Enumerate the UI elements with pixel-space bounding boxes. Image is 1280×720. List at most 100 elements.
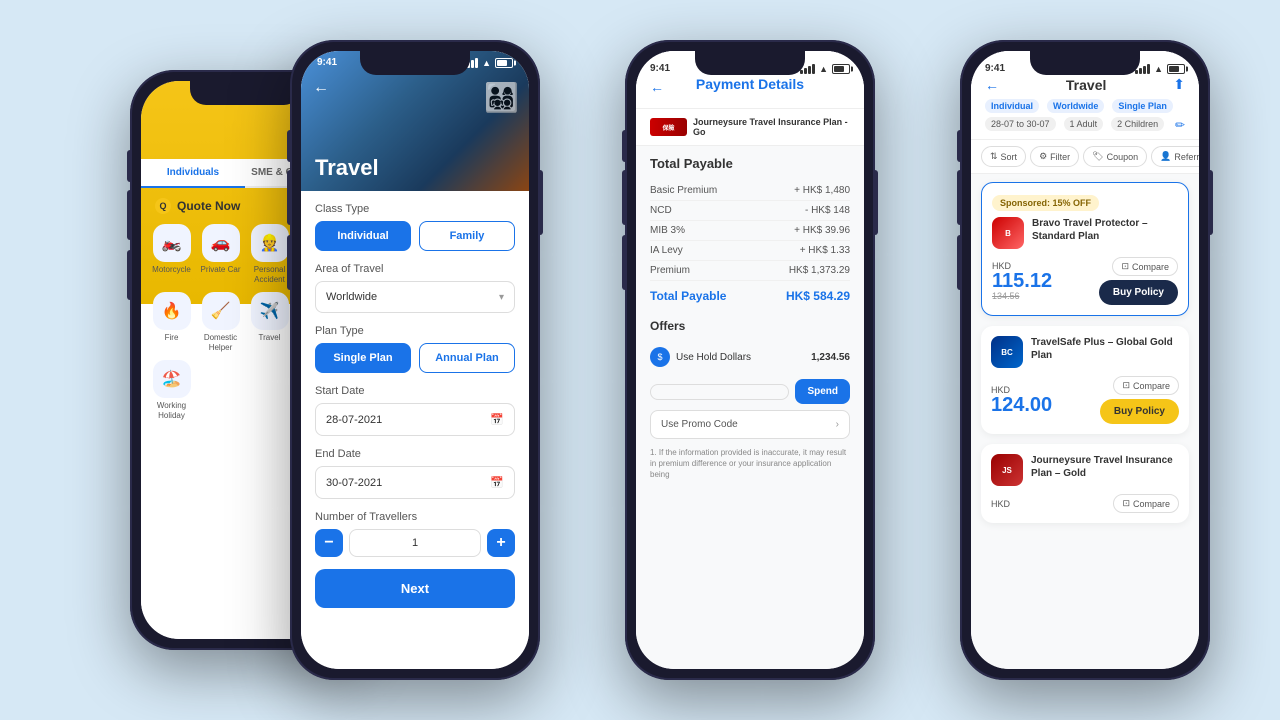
list-item[interactable]: 🚗 Private Car <box>200 224 241 284</box>
area-select[interactable]: Worldwide ▾ <box>315 281 515 313</box>
back-button-3[interactable]: ← <box>650 79 664 95</box>
travelsafe-logo: BC <box>991 336 1023 368</box>
phone-2-screen: 9:41 ▲ ← Travel 👨‍👩‍ <box>301 51 529 669</box>
car-label: Private Car <box>200 265 240 275</box>
bravo-logo: B <box>992 217 1024 249</box>
phone-3-content: 9:41 ▲ ← Payment Details <box>636 51 864 669</box>
filter-children: 2 Children <box>1111 117 1164 131</box>
ncd-value: - HK$ 148 <box>805 205 850 216</box>
result-actions-2: ⊡ Compare Buy Policy <box>1100 376 1179 424</box>
status-icons-2: ▲ <box>463 58 513 68</box>
phone-4: 9:41 ▲ ← Travel ⬆ <box>960 40 1210 680</box>
battery-icon-3 <box>832 64 850 74</box>
compare-button-3[interactable]: ⊡ Compare <box>1113 494 1179 513</box>
list-item[interactable]: 🏍️ Motorcycle <box>151 224 192 284</box>
individual-btn[interactable]: Individual <box>315 221 411 251</box>
area-label: Area of Travel <box>315 263 515 275</box>
hold-dollars-row: $ Use Hold Dollars 1,234.56 <box>650 341 850 373</box>
plus-button[interactable]: + <box>487 529 515 557</box>
total-payable-title: Total Payable <box>650 156 850 171</box>
mib-value: + HK$ 39.96 <box>794 225 850 236</box>
sponsored-badge: Sponsored: 15% OFF <box>992 195 1099 211</box>
promo-label: Use Promo Code <box>661 419 738 430</box>
list-item[interactable]: 🧹 Domestic Helper <box>200 292 241 352</box>
annual-plan-btn[interactable]: Annual Plan <box>419 343 515 373</box>
back-button-2[interactable]: ← <box>313 79 329 97</box>
area-value: Worldwide <box>326 291 377 303</box>
start-date-field[interactable]: 28-07-2021 📅 <box>315 403 515 436</box>
phone-3: 9:41 ▲ ← Payment Details <box>625 40 875 680</box>
payment-scroll[interactable]: Total Payable Basic Premium + HK$ 1,480 … <box>636 146 864 669</box>
class-type-label: Class Type <box>315 203 515 215</box>
result-card-2: BC TravelSafe Plus – Global Gold Plan HK… <box>981 326 1189 434</box>
calendar-icon-start: 📅 <box>490 413 504 426</box>
compare-icon-1: ⊡ <box>1121 261 1129 272</box>
notch-3 <box>695 51 805 75</box>
status-time-3: 9:41 <box>650 63 670 74</box>
result-actions-1: ⊡ Compare Buy Policy <box>1099 257 1178 305</box>
filter-dates: 28-07 to 30-07 <box>985 117 1056 131</box>
list-item[interactable]: 🏖️ Working Holiday <box>151 360 192 420</box>
spend-input[interactable] <box>650 384 789 400</box>
compare-button-1[interactable]: ⊡ Compare <box>1112 257 1178 276</box>
list-item[interactable]: ✈️ Travel <box>249 292 290 352</box>
result-actions-3: ⊡ Compare <box>1113 494 1179 513</box>
plan-type-toggle: Single Plan Annual Plan <box>315 343 515 373</box>
phone-4-screen: 9:41 ▲ ← Travel ⬆ <box>971 51 1199 669</box>
basic-premium-value: + HK$ 1,480 <box>794 185 850 196</box>
list-item[interactable]: 🔥 Fire <box>151 292 192 352</box>
chevron-right-icon: › <box>836 419 839 430</box>
result-card-sponsored: Sponsored: 15% OFF B Bravo Travel Protec… <box>981 182 1189 316</box>
sort-button[interactable]: ⇅ Sort <box>981 146 1026 167</box>
list-item[interactable]: 👷 Personal Accident <box>249 224 290 284</box>
buy-button-1[interactable]: Buy Policy <box>1099 280 1178 305</box>
filter-tab-worldwide[interactable]: Worldwide <box>1047 99 1104 113</box>
family-btn[interactable]: Family <box>419 221 515 251</box>
coupon-label: Coupon <box>1107 152 1139 162</box>
referrer-button[interactable]: 👤 Referrer <box>1151 146 1199 167</box>
next-button[interactable]: Next <box>315 569 515 608</box>
travellers-label: Number of Travellers <box>315 511 515 523</box>
result-card-header-3: JS Journeysure Travel Insurance Plan – G… <box>991 454 1179 486</box>
coupon-icon: 🏷 <box>1092 151 1103 162</box>
start-date-value: 28-07-2021 <box>326 414 382 426</box>
travellers-stepper: − 1 + <box>315 529 515 557</box>
edit-icon[interactable]: ✏ <box>1175 118 1185 132</box>
result-card-header-1: B Bravo Travel Protector – Standard Plan <box>992 217 1178 249</box>
spend-row: Spend <box>650 379 850 404</box>
journeysure-logo: JS <box>991 454 1023 486</box>
insurer-row: 保險 Journeysure Travel Insurance Plan - G… <box>636 109 864 146</box>
promo-row[interactable]: Use Promo Code › <box>650 410 850 439</box>
results-scroll[interactable]: Sponsored: 15% OFF B Bravo Travel Protec… <box>971 174 1199 669</box>
result-price-2: 124.00 <box>991 395 1052 415</box>
result-name-3: Journeysure Travel Insurance Plan – Gold <box>1031 454 1179 480</box>
end-date-label: End Date <box>315 448 515 460</box>
spend-button[interactable]: Spend <box>795 379 850 404</box>
coupon-button[interactable]: 🏷 Coupon <box>1083 146 1147 167</box>
tab-individuals[interactable]: Individuals <box>141 159 245 188</box>
result-original-price-1: 134.56 <box>992 291 1052 301</box>
filter-button[interactable]: ⚙ Filter <box>1030 146 1079 167</box>
compare-icon-3: ⊡ <box>1122 498 1130 509</box>
payment-line-mib: MIB 3% + HK$ 39.96 <box>650 221 850 241</box>
payment-line-levy: IA Levy + HK$ 1.33 <box>650 241 850 261</box>
header-title-row: ← Travel ⬆ <box>985 76 1185 93</box>
single-plan-btn[interactable]: Single Plan <box>315 343 411 373</box>
end-date-field[interactable]: 30-07-2021 📅 <box>315 466 515 499</box>
insurer-name: Journeysure Travel Insurance Plan - Go <box>693 117 850 137</box>
fire-label: Fire <box>165 333 179 343</box>
buy-button-2[interactable]: Buy Policy <box>1100 399 1179 424</box>
notch-1 <box>190 81 300 105</box>
minus-button[interactable]: − <box>315 529 343 557</box>
status-time-2: 9:41 <box>317 57 337 68</box>
compare-button-2[interactable]: ⊡ Compare <box>1113 376 1179 395</box>
filter-tab-single-plan[interactable]: Single Plan <box>1112 99 1173 113</box>
levy-value: + HK$ 1.33 <box>800 245 850 256</box>
payment-title: Payment Details <box>696 76 804 92</box>
back-button-4[interactable]: ← <box>985 77 999 93</box>
travellers-input[interactable]: 1 <box>349 529 481 557</box>
payment-line-total: Total Payable HK$ 584.29 <box>650 285 850 307</box>
share-icon[interactable]: ⬆ <box>1173 76 1185 93</box>
compare-label-3: Compare <box>1133 499 1170 509</box>
filter-tab-individual[interactable]: Individual <box>985 99 1039 113</box>
